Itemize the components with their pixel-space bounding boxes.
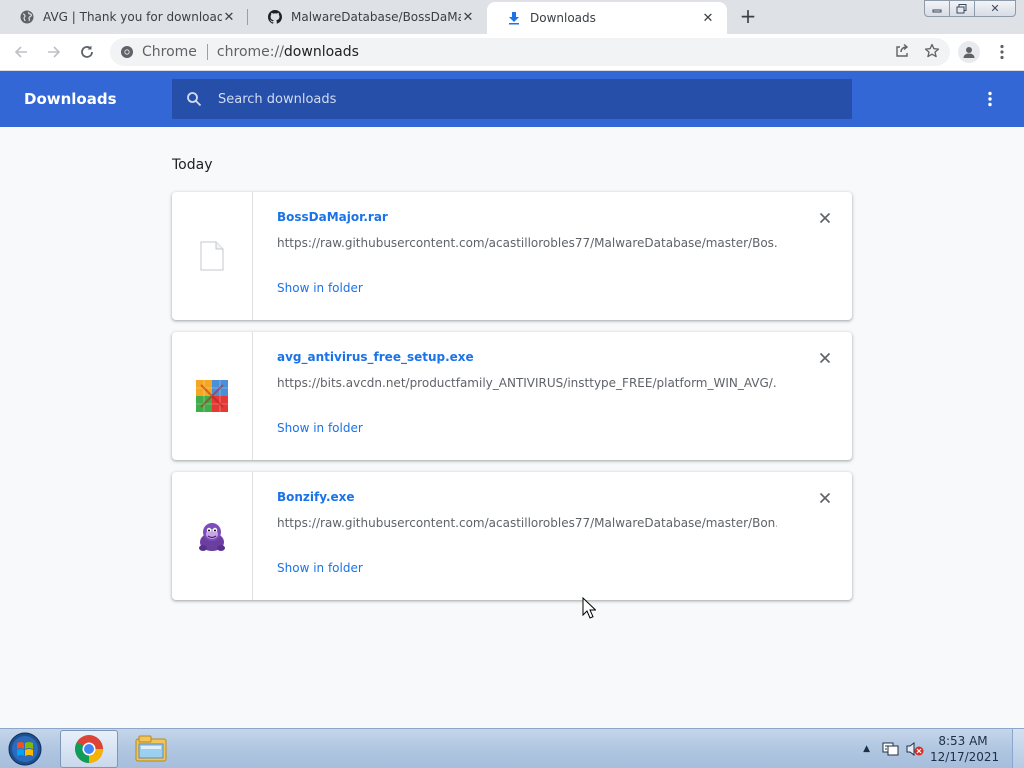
address-bar-actions [894, 43, 940, 59]
back-button[interactable] [9, 40, 33, 64]
download-item: BossDaMajor.rar https://raw.githubuserco… [172, 192, 852, 320]
show-in-folder-link[interactable]: Show in folder [277, 281, 363, 295]
start-button[interactable] [4, 730, 46, 768]
avatar-icon [963, 47, 975, 58]
downloads-header: Downloads [0, 71, 1024, 127]
site-label: Chrome [142, 44, 197, 60]
chrome-site-icon [121, 46, 133, 58]
minimize-icon [932, 9, 942, 12]
arrow-right-icon [48, 46, 61, 58]
profile-button[interactable] [958, 41, 980, 63]
tab-downloads[interactable]: Downloads ✕ [487, 2, 727, 34]
restore-button[interactable] [949, 0, 975, 17]
system-clock[interactable]: 8:53 AM 12/17/2021 [930, 733, 1000, 765]
clock-time: 8:53 AM [938, 734, 988, 748]
file-explorer-icon [135, 735, 167, 762]
github-icon [268, 10, 282, 24]
search-input[interactable] [218, 91, 818, 107]
remove-from-list-button[interactable] [816, 349, 834, 367]
close-tab-icon[interactable]: ✕ [461, 10, 475, 25]
windows-start-orb-icon [8, 732, 42, 766]
close-icon [819, 352, 831, 364]
bonzi-gorilla-icon [199, 523, 225, 551]
reload-icon [81, 45, 93, 58]
file-name-link[interactable]: avg_antivirus_free_setup.exe [277, 350, 474, 364]
search-icon [187, 92, 202, 107]
tab-title: MalwareDatabase/BossDaMajor.ra [291, 10, 461, 24]
page-title: Downloads [24, 90, 117, 108]
downloads-list: Today BossDaMajor.rar https://raw.github… [0, 127, 1024, 728]
tab-strip: AVG | Thank you for downloading ✕ Malwar… [0, 0, 1024, 34]
kebab-menu-icon [1000, 44, 1004, 60]
reload-button[interactable] [75, 40, 99, 64]
generic-file-icon [200, 241, 224, 271]
close-tab-icon[interactable]: ✕ [222, 10, 236, 25]
avg-logo-icon [196, 380, 228, 412]
show-in-folder-link[interactable]: Show in folder [277, 561, 363, 575]
volume-muted-icon[interactable] [906, 741, 924, 757]
taskbar-chrome-button[interactable] [60, 730, 118, 768]
share-icon[interactable] [894, 43, 910, 59]
remove-from-list-button[interactable] [816, 489, 834, 507]
download-item: Bonzify.exe https://raw.githubuserconten… [172, 472, 852, 600]
tab-title: AVG | Thank you for downloading [43, 10, 222, 24]
tab-github[interactable]: MalwareDatabase/BossDaMajor.ra ✕ [248, 0, 487, 34]
action-center-icon[interactable] [882, 741, 900, 757]
forward-button[interactable] [42, 40, 66, 64]
arrow-left-icon [14, 46, 27, 58]
windows-taskbar: ▲ 8:53 AM 12/17/2021 [0, 728, 1024, 768]
close-icon: ✕ [990, 2, 1000, 15]
clock-date: 12/17/2021 [930, 750, 1000, 764]
address-bar[interactable]: Chrome chrome://downloads [110, 38, 950, 66]
file-icon-column [172, 332, 253, 460]
browser-toolbar: Chrome chrome://downloads [0, 34, 1024, 71]
url-host: downloads [283, 44, 359, 60]
url-scheme: chrome:// [216, 44, 284, 60]
show-desktop-button[interactable] [1012, 729, 1024, 768]
tab-avg[interactable]: AVG | Thank you for downloading ✕ [0, 0, 248, 34]
tab-title: Downloads [530, 11, 596, 25]
file-name-link[interactable]: Bonzify.exe [277, 490, 355, 504]
url-text: chrome://downloads [217, 44, 359, 60]
close-window-button[interactable]: ✕ [974, 0, 1016, 17]
new-tab-button[interactable]: + [738, 6, 758, 26]
mouse-cursor-icon [582, 597, 596, 619]
file-icon-column [172, 472, 253, 600]
close-icon [819, 212, 831, 224]
file-icon-column [172, 192, 253, 320]
window-controls: ✕ [924, 0, 1016, 17]
restore-icon [956, 3, 967, 13]
downloads-menu-button[interactable] [982, 88, 998, 110]
source-url-link[interactable]: https://raw.githubusercontent.com/acasti… [277, 516, 777, 530]
download-icon [507, 11, 521, 25]
star-icon[interactable] [924, 43, 940, 59]
download-item: avg_antivirus_free_setup.exe https://bit… [172, 332, 852, 460]
close-icon [819, 492, 831, 504]
tray-expand-icon[interactable]: ▲ [863, 744, 870, 754]
system-tray: ▲ 8:53 AM 12/17/2021 [863, 729, 1024, 768]
remove-from-list-button[interactable] [816, 209, 834, 227]
chrome-menu-button[interactable] [994, 42, 1010, 62]
date-heading: Today [172, 157, 213, 173]
show-in-folder-link[interactable]: Show in folder [277, 421, 363, 435]
more-vert-icon [988, 91, 992, 107]
chrome-icon [75, 735, 103, 763]
file-name-link[interactable]: BossDaMajor.rar [277, 210, 388, 224]
globe-icon [20, 10, 34, 24]
search-bar[interactable] [172, 79, 852, 119]
close-tab-icon[interactable]: ✕ [701, 11, 715, 26]
minimize-button[interactable] [924, 0, 950, 17]
taskbar-explorer-button[interactable] [122, 730, 180, 768]
address-separator [206, 44, 208, 60]
source-url-link[interactable]: https://raw.githubusercontent.com/acasti… [277, 236, 777, 250]
source-url-link[interactable]: https://bits.avcdn.net/productfamily_ANT… [277, 376, 777, 390]
